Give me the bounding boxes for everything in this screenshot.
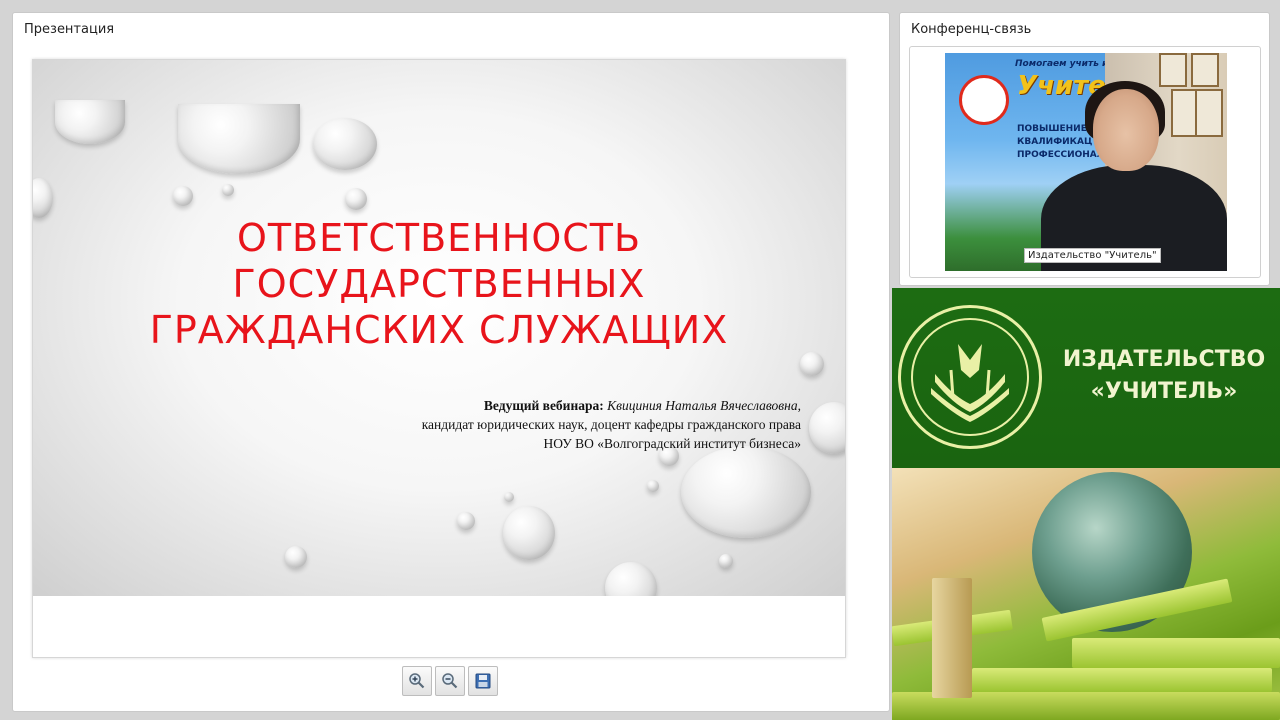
water-drop	[681, 446, 811, 538]
publisher-logo-icon	[898, 305, 1042, 449]
presenter-info: Ведущий вебинара: Квициния Наталья Вячес…	[422, 396, 801, 453]
video-banner-item: КВАЛИФИКАЦ	[1017, 137, 1093, 147]
floppy-disk-icon	[475, 673, 491, 689]
presentation-panel-title: Презентация	[24, 22, 115, 37]
publisher-name: ИЗДАТЕЛЬСТВО «УЧИТЕЛЬ»	[1052, 344, 1276, 408]
publisher-banner: ИЗДАТЕЛЬСТВО «УЧИТЕЛЬ»	[892, 288, 1280, 720]
slide-viewer: Ответственность государственных гражданс…	[32, 59, 846, 658]
presentation-panel: Презентация Ответственность госуда	[12, 12, 890, 712]
wall-frame	[1159, 53, 1187, 87]
water-drop	[605, 562, 657, 596]
video-feed[interactable]: Помогаем учить и учиться Учител ПОВЫШЕНИ…	[945, 53, 1227, 271]
book-image	[1072, 638, 1280, 668]
wall-frame	[1191, 53, 1219, 87]
water-drop	[719, 554, 733, 568]
water-drop	[457, 512, 475, 530]
book-image	[932, 578, 972, 698]
slide-title-line: Ответственность	[236, 216, 642, 260]
zoom-in-button[interactable]	[402, 666, 432, 696]
banner-logo-icon	[959, 75, 1009, 125]
publisher-name-line: «УЧИТЕЛЬ»	[1090, 379, 1238, 404]
video-banner-item: ПРОФЕССИОНАЛ	[1017, 150, 1105, 160]
water-drop	[173, 186, 193, 206]
slide-title-line: государственных	[232, 262, 646, 306]
publisher-header: ИЗДАТЕЛЬСТВО «УЧИТЕЛЬ»	[892, 288, 1280, 468]
presenter-line: Ведущий вебинара: Квициния Наталья Вячес…	[422, 396, 801, 415]
presenter-affiliation: НОУ ВО «Волгоградский институт бизнеса»	[543, 436, 801, 451]
book-emblem-icon	[931, 344, 1009, 422]
video-container: Помогаем учить и учиться Учител ПОВЫШЕНИ…	[909, 46, 1261, 278]
slide: Ответственность государственных гражданс…	[33, 60, 845, 596]
publisher-books-image	[892, 468, 1280, 720]
water-drop	[800, 352, 824, 376]
water-drop	[55, 100, 125, 144]
zoom-out-icon	[442, 673, 458, 689]
water-drop	[313, 118, 377, 170]
zoom-in-icon	[409, 673, 425, 689]
presenter-label: Ведущий вебинара:	[483, 398, 604, 413]
save-button[interactable]	[468, 666, 498, 696]
water-drop	[33, 178, 53, 218]
water-drop	[345, 188, 367, 210]
wall-frame	[1195, 89, 1223, 137]
water-drop	[809, 402, 845, 454]
water-drop	[504, 492, 514, 502]
speaker-face	[1093, 89, 1159, 171]
book-image	[972, 668, 1272, 692]
water-drop	[503, 506, 555, 560]
publisher-name-line: ИЗДАТЕЛЬСТВО	[1062, 347, 1266, 372]
slide-toolbar	[402, 666, 498, 696]
zoom-out-button[interactable]	[435, 666, 465, 696]
video-caption: Издательство "Учитель"	[1024, 248, 1161, 263]
slide-title-line: гражданских служащих	[149, 308, 729, 352]
water-drop	[647, 480, 659, 492]
slide-title: Ответственность государственных гражданс…	[33, 215, 845, 353]
water-drop	[178, 104, 300, 174]
water-drop	[285, 546, 307, 568]
presenter-name: Квициния Наталья Вячеславовна	[607, 398, 798, 413]
presenter-credentials: кандидат юридических наук, доцент кафедр…	[421, 417, 801, 432]
conference-panel-title: Конференц-связь	[911, 22, 1032, 37]
presenter-name-suffix: ,	[797, 398, 801, 413]
conference-panel: Конференц-связь Помогаем учить и учиться…	[899, 12, 1270, 286]
water-drop	[222, 184, 234, 196]
